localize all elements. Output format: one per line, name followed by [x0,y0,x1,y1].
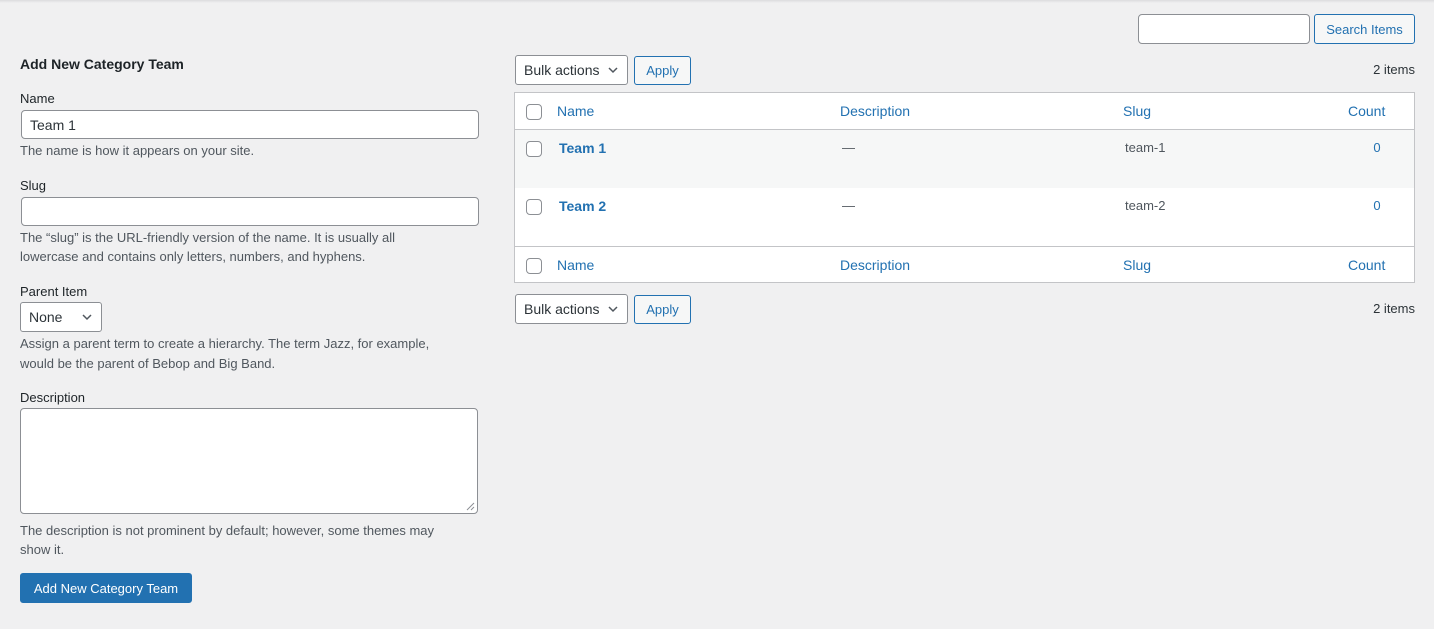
bulk-actions-label: Bulk actions [524,301,600,317]
column-description-footer[interactable]: Description [840,257,910,273]
column-count-header[interactable]: Count [1348,103,1385,119]
search-button[interactable]: Search Items [1314,14,1415,44]
table-row: Team 1 — team-1 0 [515,130,1414,188]
bulk-actions-select-bottom[interactable]: Bulk actions [515,294,628,324]
chevron-down-icon [608,306,618,313]
table-footer: Name Description Slug Count [515,246,1414,282]
column-count-footer[interactable]: Count [1348,257,1385,273]
slug-help-line-1: The “slug” is the URL-friendly version o… [20,230,395,245]
apply-button-bottom[interactable]: Apply [634,295,691,324]
description-textarea[interactable] [20,408,478,514]
select-all-checkbox[interactable] [526,104,542,120]
item-count-top: 2 items [1373,62,1415,77]
slug-label: Slug [20,178,47,193]
table-header: Name Description Slug Count [515,93,1414,130]
parent-label: Parent Item [20,284,88,299]
row-checkbox[interactable] [526,141,542,157]
resize-grip-icon[interactable] [466,502,475,511]
bulk-actions-label: Bulk actions [524,62,600,78]
column-name-footer[interactable]: Name [557,257,594,273]
column-name-header[interactable]: Name [557,103,594,119]
term-description: — [842,198,855,213]
terms-table: Name Description Slug Count Team 1 — tea… [514,92,1415,283]
bulk-actions-select-top[interactable]: Bulk actions [515,55,628,85]
apply-button-top[interactable]: Apply [634,56,691,85]
term-description: — [842,140,855,155]
term-count-link[interactable]: 0 [1367,198,1387,213]
parent-help-line-2: would be the parent of Bebop and Big Ban… [20,356,276,371]
term-count-link[interactable]: 0 [1367,140,1387,155]
chevron-down-icon [608,67,618,74]
term-name-link[interactable]: Team 1 [559,140,606,156]
term-slug: team-1 [1125,140,1166,155]
admin-bar-shadow [0,0,1434,3]
description-label: Description [20,390,86,405]
add-new-term-button[interactable]: Add New Category Team [20,573,192,603]
chevron-down-icon [82,314,92,321]
form-title: Add New Category Team [20,56,184,72]
item-count-bottom: 2 items [1373,301,1415,316]
name-label: Name [20,91,55,106]
description-help-line-2: show it. [20,542,65,557]
row-checkbox[interactable] [526,199,542,215]
name-help: The name is how it appears on your site. [20,143,255,158]
search-input[interactable] [1138,14,1310,44]
column-slug-footer[interactable]: Slug [1123,257,1151,273]
term-slug: team-2 [1125,198,1166,213]
term-name-link[interactable]: Team 2 [559,198,606,214]
parent-select-value: None [29,309,63,325]
parent-select[interactable]: None [20,302,102,332]
select-all-checkbox-footer[interactable] [526,258,542,274]
table-row: Team 2 — team-2 0 [515,188,1414,246]
description-help-line-1: The description is not prominent by defa… [20,523,435,538]
name-input[interactable] [21,110,479,139]
column-description-header[interactable]: Description [840,103,910,119]
column-slug-header[interactable]: Slug [1123,103,1151,119]
parent-help-line-1: Assign a parent term to create a hierarc… [20,336,430,351]
slug-help-line-2: lowercase and contains only letters, num… [20,249,366,264]
slug-input[interactable] [21,197,479,226]
